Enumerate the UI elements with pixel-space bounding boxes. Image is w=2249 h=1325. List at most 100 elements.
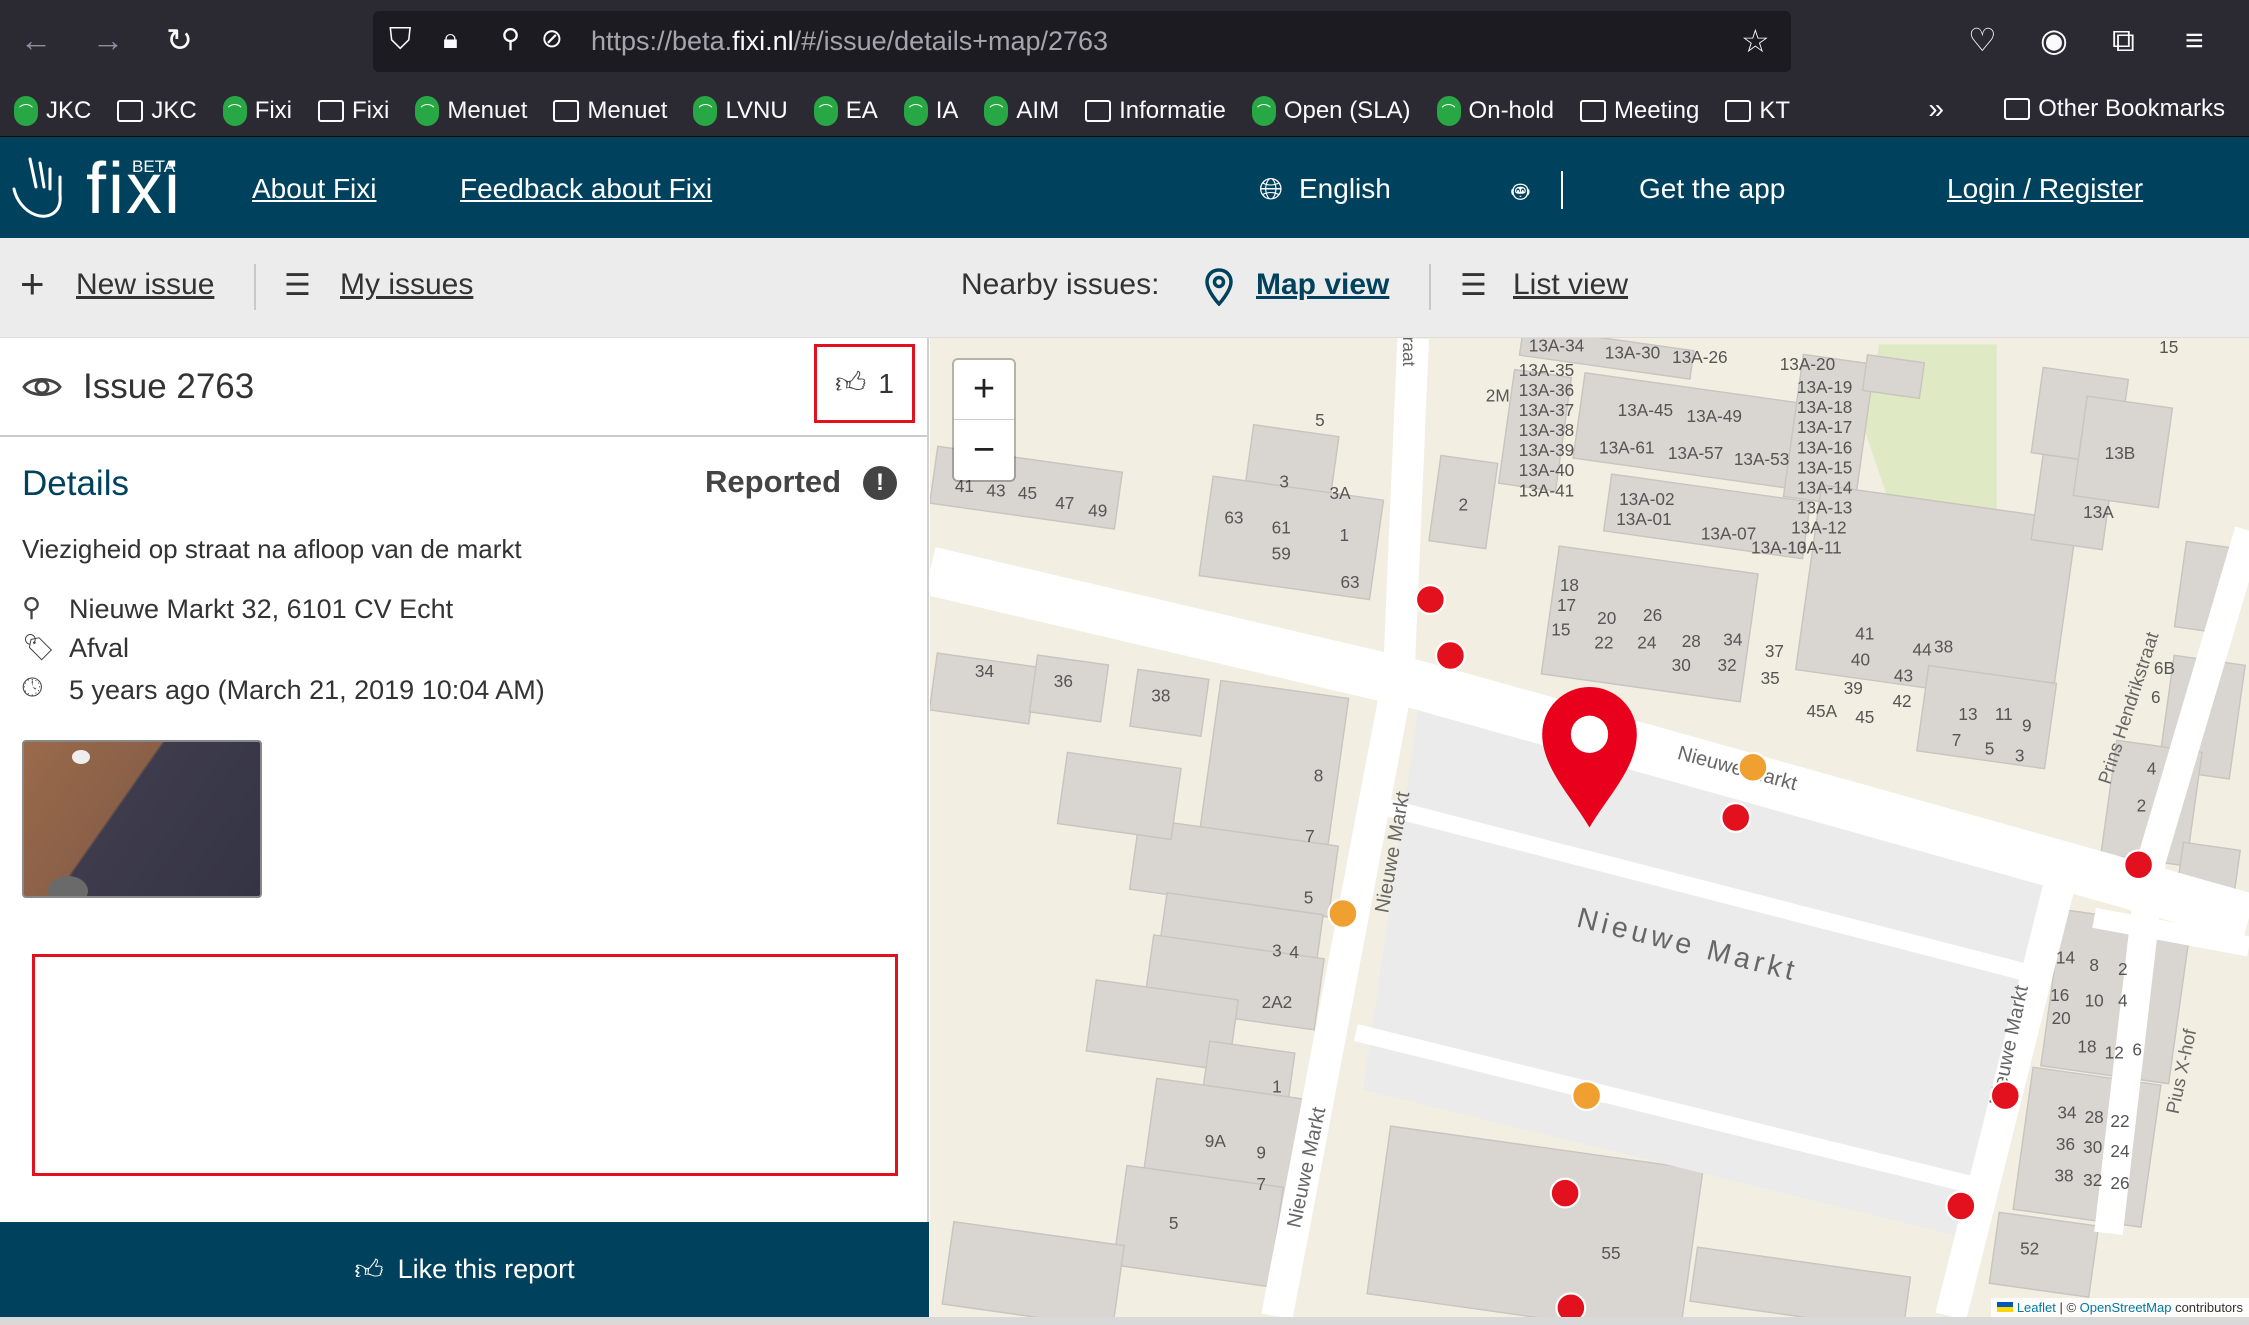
map-view-tab[interactable]: Map view bbox=[1256, 268, 1389, 302]
lock-icon[interactable]: 🔒︎ bbox=[443, 25, 458, 53]
house-number-label: 45A bbox=[1806, 701, 1837, 721]
bookmark-item[interactable]: Menuet bbox=[553, 97, 667, 125]
house-number-label: 9A bbox=[1205, 1131, 1227, 1151]
pocket-icon[interactable]: ♡ bbox=[1968, 24, 1997, 56]
house-number-label: 7 bbox=[1305, 826, 1315, 846]
bookmark-item[interactable]: ⌒ EA bbox=[813, 95, 878, 126]
get-app-link[interactable]: Get the app bbox=[1639, 173, 1785, 205]
house-number-label: 26 bbox=[2110, 1173, 2129, 1193]
shield-icon[interactable]: ⛉ bbox=[389, 25, 412, 55]
list-view-tab[interactable]: List view bbox=[1513, 268, 1628, 302]
bookmark-item[interactable]: Informatie bbox=[1085, 97, 1226, 125]
bookmark-item[interactable]: KT bbox=[1725, 97, 1790, 125]
map-pin-icon[interactable] bbox=[1205, 268, 1233, 306]
plus-icon[interactable]: + bbox=[20, 260, 45, 308]
house-number-label: 13A-26 bbox=[1672, 347, 1727, 367]
bookmark-item[interactable]: ⌒ Fixi bbox=[222, 95, 293, 126]
house-number-label: 28 bbox=[2085, 1107, 2104, 1127]
house-number-label: 9 bbox=[1256, 1143, 1266, 1163]
openstreetmap-link[interactable]: OpenStreetMap bbox=[2080, 1300, 2172, 1315]
building bbox=[941, 1220, 1126, 1317]
menu-icon[interactable]: ≡ bbox=[2185, 24, 2204, 56]
bookmark-item[interactable]: ⌒ AIM bbox=[984, 95, 1059, 126]
house-number-label: 32 bbox=[1718, 655, 1737, 675]
house-number-label: 7 bbox=[1952, 730, 1962, 750]
issue-marker[interactable] bbox=[1327, 898, 1359, 929]
bookmark-item[interactable]: ⌒ On-hold bbox=[1436, 95, 1554, 126]
zoom-out-button[interactable]: − bbox=[954, 420, 1014, 480]
issue-marker[interactable] bbox=[1737, 751, 1769, 783]
zoom-in-button[interactable]: + bbox=[954, 360, 1014, 420]
bookmark-item[interactable]: ⌒ IA bbox=[903, 95, 958, 126]
bookmark-item[interactable]: Fixi bbox=[318, 97, 389, 125]
url-text[interactable]: https://beta.fixi.nl/#/issue/details+map… bbox=[591, 26, 1108, 57]
house-number-label: 35 bbox=[1761, 668, 1780, 688]
issue-panel: Issue 2763 👍︎ 1 Details Reported ! Viezi… bbox=[0, 338, 929, 1325]
feedback-link[interactable]: Feedback about Fixi bbox=[460, 173, 712, 205]
language-select[interactable]: English bbox=[1299, 173, 1391, 205]
house-number-label: 13A-14 bbox=[1797, 477, 1853, 497]
beta-badge: BETA bbox=[132, 157, 176, 176]
extensions-icon[interactable]: ⧉ bbox=[2112, 24, 2135, 56]
bookmark-label: Fixi bbox=[254, 96, 293, 124]
url-bar[interactable]: ⛉ 🔒︎ ⚲ ⊘ https://beta.fixi.nl/#/issue/de… bbox=[373, 11, 1791, 72]
issue-marker[interactable] bbox=[1571, 1080, 1603, 1112]
house-number-label: 3 bbox=[1272, 941, 1282, 961]
bookmark-item[interactable]: Meeting bbox=[1579, 96, 1700, 125]
new-issue-link[interactable]: New issue bbox=[76, 268, 214, 302]
bookmark-label: Meeting bbox=[1613, 96, 1700, 124]
location-blocked-icon[interactable]: ⊘ bbox=[541, 25, 563, 51]
bookmark-item[interactable]: ⌒ Menuet bbox=[415, 95, 527, 126]
login-register-link[interactable]: Login / Register bbox=[1947, 173, 2143, 205]
thumbs-up-icon: 👍︎ bbox=[354, 1253, 384, 1285]
issue-marker[interactable] bbox=[1435, 640, 1466, 671]
back-icon[interactable]: ← bbox=[20, 24, 52, 56]
bookmark-star-icon[interactable]: ☆ bbox=[1741, 25, 1770, 57]
likes-count-button[interactable]: 👍︎ 1 bbox=[814, 344, 915, 423]
clock-icon: 🕓︎ bbox=[22, 672, 43, 702]
issue-marker[interactable] bbox=[1945, 1190, 1977, 1222]
url-domain: fixi.nl bbox=[732, 26, 794, 56]
green-app-icon: ⌒ bbox=[903, 95, 928, 126]
leaflet-link[interactable]: Leaflet bbox=[2017, 1300, 2056, 1315]
house-number-label: 13A-40 bbox=[1519, 460, 1574, 480]
issue-marker[interactable] bbox=[1414, 584, 1446, 615]
list-icon[interactable]: ☰ bbox=[1460, 268, 1487, 303]
house-number-label: 13A-53 bbox=[1734, 449, 1789, 469]
bookmark-item[interactable]: ⌒ Open (SLA) bbox=[1251, 95, 1411, 126]
like-report-button[interactable]: 👍︎ Like this report bbox=[0, 1222, 929, 1317]
bookmark-item[interactable]: JKC bbox=[117, 97, 197, 125]
house-number-label: 13A-45 bbox=[1618, 400, 1673, 420]
reload-icon[interactable]: ↻ bbox=[166, 24, 193, 56]
permissions-icon[interactable]: ⚲ bbox=[501, 25, 520, 51]
folder-icon bbox=[553, 99, 580, 122]
issue-marker[interactable] bbox=[2123, 849, 2155, 881]
house-number-label: 13A-13 bbox=[1797, 498, 1852, 518]
about-link[interactable]: About Fixi bbox=[252, 173, 377, 205]
bookmark-item[interactable]: ⌒ JKC bbox=[14, 95, 91, 126]
folder-icon bbox=[1579, 99, 1606, 122]
map-canvas[interactable]: Nieuwe MarktNieuwe MarktNieuwe MarktNieu… bbox=[930, 338, 2249, 1317]
likes-count: 1 bbox=[878, 367, 894, 399]
house-number-label: 13A-17 bbox=[1797, 417, 1852, 437]
other-bookmarks-folder[interactable]: Other Bookmarks bbox=[2004, 95, 2225, 123]
folder-icon bbox=[2004, 98, 2031, 120]
bookmark-item[interactable]: ⌒ LVNU bbox=[693, 95, 788, 126]
issue-marker[interactable] bbox=[1720, 802, 1752, 833]
issue-marker[interactable] bbox=[1555, 1292, 1587, 1317]
issue-photo-thumbnail[interactable] bbox=[22, 740, 262, 898]
account-icon[interactable]: ◉ bbox=[2040, 24, 2068, 56]
map[interactable]: Nieuwe Markt Nieuwe Markt Nieuwe Markt Nieu… bbox=[930, 338, 2249, 1317]
more-bookmarks-chevron-icon[interactable]: » bbox=[1928, 93, 1944, 125]
list-icon[interactable]: ☰ bbox=[284, 268, 311, 303]
globe-icon[interactable]: 🌐︎ bbox=[1259, 173, 1283, 207]
my-issues-link[interactable]: My issues bbox=[340, 268, 473, 302]
bookmark-label: Informatie bbox=[1119, 96, 1226, 124]
house-number-label: 45 bbox=[1018, 483, 1037, 503]
house-number-label: 6 bbox=[2151, 687, 2161, 707]
forward-icon[interactable]: → bbox=[92, 24, 124, 56]
issue-marker[interactable] bbox=[1989, 1080, 2021, 1112]
issue-marker[interactable] bbox=[1549, 1177, 1581, 1209]
android-icon[interactable]: 🤖︎ bbox=[1512, 173, 1529, 213]
selected-marker-hole[interactable] bbox=[1570, 715, 1609, 753]
